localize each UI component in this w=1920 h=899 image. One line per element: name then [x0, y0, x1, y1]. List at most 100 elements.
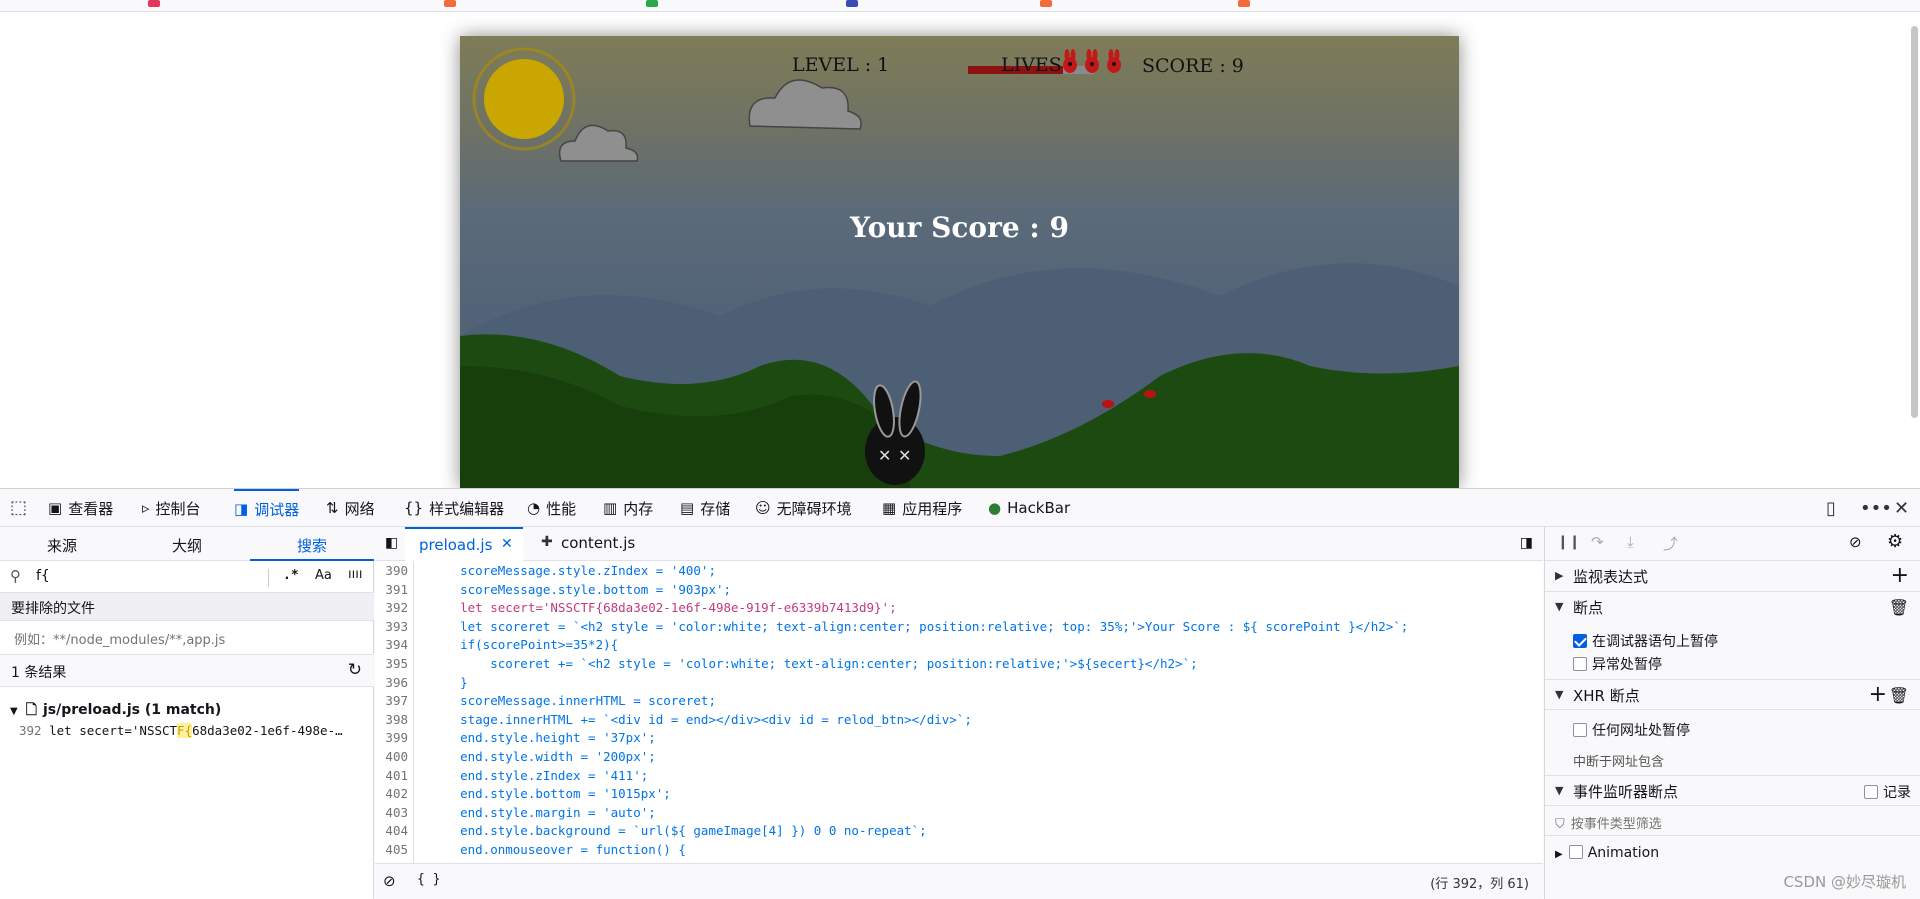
url-contains-input[interactable]: 中断于网址包含 [1573, 751, 1664, 770]
case-sensitive-toggle[interactable]: Aa [315, 568, 332, 583]
line-number[interactable]: 391 [375, 582, 408, 597]
line-number[interactable]: 403 [375, 805, 408, 820]
line-number[interactable]: 392 [375, 600, 408, 615]
close-tab-icon[interactable]: ✕ [501, 536, 513, 552]
code-line[interactable]: 396 } [375, 675, 1543, 694]
bookmark-icon[interactable] [148, 0, 160, 7]
close-icon[interactable]: ✕ [1894, 498, 1909, 519]
line-number[interactable]: 401 [375, 768, 408, 783]
regex-toggle[interactable]: .* [283, 568, 299, 583]
pretty-print-button[interactable]: { } [417, 872, 440, 887]
code-line[interactable]: 391 scoreMessage.style.bottom = '903px'; [375, 582, 1543, 601]
bookmark-icon[interactable] [846, 0, 858, 7]
step-in-icon[interactable]: ⤓ [1627, 533, 1634, 551]
tab-search[interactable]: 搜索 [297, 535, 327, 556]
code-line[interactable]: 400 end.style.width = '200px'; [375, 749, 1543, 768]
toggle-right-panel-icon[interactable]: ◨ [1520, 535, 1533, 551]
line-number[interactable]: 402 [375, 786, 408, 801]
code-line[interactable]: 394 if(scorePoint>=35*2){ [375, 637, 1543, 656]
step-over-icon[interactable]: ↷ [1591, 533, 1604, 551]
line-number[interactable]: 400 [375, 749, 408, 764]
bookmark-icon[interactable] [1238, 0, 1250, 7]
trash-icon[interactable]: 🗑 [1889, 598, 1909, 617]
page-scrollbar[interactable] [1911, 26, 1918, 418]
pick-element-icon[interactable]: ⬚ [10, 497, 27, 518]
code-line[interactable]: 399 end.style.height = '37px'; [375, 730, 1543, 749]
settings-gear-icon[interactable]: ⚙ [1887, 531, 1903, 552]
line-number[interactable]: 398 [375, 712, 408, 727]
bookmark-icon[interactable] [1040, 0, 1052, 7]
record-checkbox[interactable]: 记录 [1864, 782, 1911, 802]
more-options-icon[interactable]: ••• [1860, 498, 1892, 519]
code-line[interactable]: 390 scoreMessage.style.zIndex = '400'; [375, 563, 1543, 582]
trash-icon[interactable]: 🗑 [1889, 686, 1909, 705]
xhr-breakpoints-header[interactable]: ▼ XHR 断点 + 🗑 [1545, 679, 1920, 710]
whole-word-toggle[interactable]: ıııı [348, 567, 362, 582]
disable-breakpoints-icon[interactable]: ⊘ [383, 872, 396, 890]
toggle-sidebar-icon[interactable]: ◧ [385, 535, 398, 551]
line-number[interactable]: 394 [375, 637, 408, 652]
event-listener-breakpoints-header[interactable]: ▼ 事件监听器断点 记录 [1545, 775, 1920, 806]
code-lines[interactable]: 390 scoreMessage.style.zIndex = '400';39… [375, 561, 1543, 863]
line-number[interactable]: 396 [375, 675, 408, 690]
result-file[interactable]: ▼🗋js/preload.js (1 match) [10, 699, 221, 723]
deactivate-breakpoints-icon[interactable]: ⊘ [1849, 533, 1862, 551]
pause-on-debugger-checkbox[interactable]: 在调试器语句上暂停 [1573, 631, 1718, 651]
add-xhr-icon[interactable]: + [1869, 684, 1887, 706]
tab-inspector[interactable]: ▣查看器 [48, 489, 113, 527]
checkbox[interactable] [1864, 785, 1878, 799]
tab-style-editor[interactable]: {}样式编辑器 [404, 489, 504, 527]
animation-category[interactable]: ▶Animation [1555, 845, 1659, 861]
line-number[interactable]: 405 [375, 842, 408, 857]
code-line[interactable]: 398 stage.innerHTML += `<div id = end></… [375, 712, 1543, 731]
code-line[interactable]: 392 let secert='NSSCTF{68da3e02-1e6f-498… [375, 600, 1543, 619]
search-input[interactable]: f{ [36, 568, 50, 584]
tab-preload-js[interactable]: preload.js ✕ [405, 527, 523, 561]
game-stage[interactable]: ✕ ✕ LEVEL : 1 LIVES : SCORE : 9 Your Sco… [460, 36, 1459, 488]
tab-memory[interactable]: ▥内存 [603, 489, 653, 527]
tab-accessibility[interactable]: ☺无障碍环境 [755, 489, 852, 527]
refresh-icon[interactable]: ↻ [348, 660, 362, 680]
code-line[interactable]: 395 scoreret += `<h2 style = 'color:whit… [375, 656, 1543, 675]
result-line[interactable]: 392 let secert='NSSCTF{68da3e02-1e6f-498… [19, 723, 343, 738]
code-line[interactable]: 404 end.style.background = `url(${ gameI… [375, 823, 1543, 842]
step-out-icon[interactable]: ⤴ [1663, 533, 1678, 554]
line-number[interactable]: 393 [375, 619, 408, 634]
line-number[interactable]: 390 [375, 563, 408, 578]
pause-any-url-checkbox[interactable]: 任何网址处暂停 [1573, 720, 1690, 740]
tab-performance[interactable]: ◔性能 [527, 489, 576, 527]
line-number[interactable]: 397 [375, 693, 408, 708]
checkbox[interactable] [1573, 657, 1587, 671]
tab-network[interactable]: ⇅网络 [326, 489, 375, 527]
bookmark-icon[interactable] [444, 0, 456, 7]
tab-application[interactable]: ▦应用程序 [882, 489, 962, 527]
checkbox[interactable] [1573, 723, 1587, 737]
watch-expressions-header[interactable]: ▶ 监视表达式 + [1545, 561, 1920, 592]
add-watch-icon[interactable]: + [1891, 565, 1909, 587]
checkbox[interactable] [1569, 845, 1583, 859]
tab-sources[interactable]: 来源 [47, 535, 77, 556]
event-filter-input[interactable]: ⛉按事件类型筛选 [1545, 806, 1920, 836]
tab-console[interactable]: ▹控制台 [142, 489, 201, 527]
code-line[interactable]: 405 end.onmouseover = function() { [375, 842, 1543, 861]
pause-on-exceptions-checkbox[interactable]: 异常处暂停 [1573, 654, 1662, 674]
breakpoints-header[interactable]: ▼ 断点 🗑 [1545, 592, 1920, 623]
line-number[interactable]: 399 [375, 730, 408, 745]
tab-storage[interactable]: ▤存储 [680, 489, 730, 527]
code-line[interactable]: 401 end.style.zIndex = '411'; [375, 768, 1543, 787]
line-number[interactable]: 395 [375, 656, 408, 671]
pause-icon[interactable]: ❙❙ [1557, 534, 1580, 550]
line-number[interactable]: 404 [375, 823, 408, 838]
tab-hackbar[interactable]: ●HackBar [988, 489, 1070, 527]
exclude-files-input[interactable]: 例如：**/node_modules/**,app.js [0, 621, 374, 655]
tab-debugger[interactable]: ◨调试器 [234, 489, 299, 527]
code-line[interactable]: 393 let scoreret = `<h2 style = 'color:w… [375, 619, 1543, 638]
code-line[interactable]: 403 end.style.margin = 'auto'; [375, 805, 1543, 824]
bookmark-icon[interactable] [646, 0, 658, 7]
tab-outline[interactable]: 大纲 [172, 535, 202, 556]
code-line[interactable]: 397 scoreMessage.innerHTML = scoreret; [375, 693, 1543, 712]
responsive-mode-icon[interactable]: ▯ [1826, 498, 1836, 519]
code-line[interactable]: 402 end.style.bottom = '1015px'; [375, 786, 1543, 805]
tab-content-js[interactable]: ✚ content.js [537, 527, 647, 561]
checkbox[interactable] [1573, 634, 1587, 648]
